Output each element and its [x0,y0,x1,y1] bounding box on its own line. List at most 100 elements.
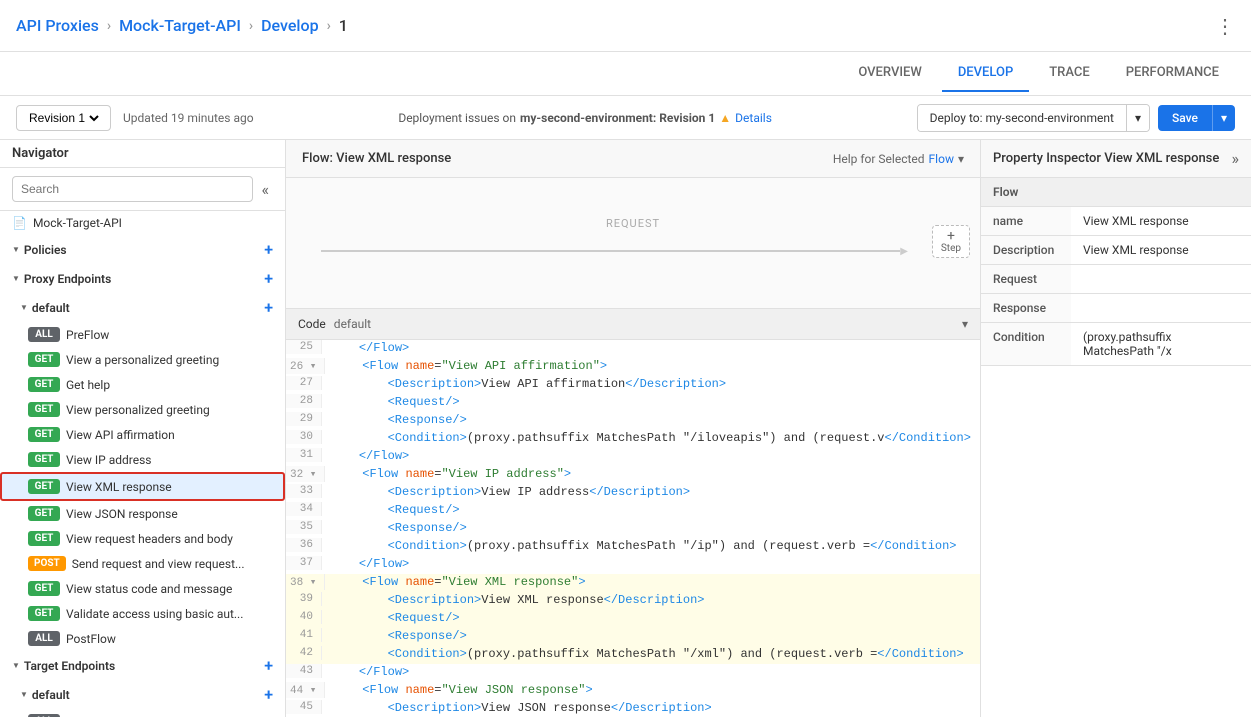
code-line-44: 44 ▾ <Flow name="View JSON response"> [286,682,980,700]
sidebar-item-mock-target-api[interactable]: 📄 Mock-Target-API [0,211,285,235]
target-endpoints-label: Target Endpoints [24,659,115,673]
sidebar-subsection-target-default[interactable]: ▼ default + [0,680,285,709]
view-ip-address-label: View IP address [66,453,152,467]
deploy-arrow-icon[interactable]: ▾ [1126,105,1149,131]
sidebar-item-view-request-headers[interactable]: GET View request headers and body [0,526,285,551]
code-line-39: 39 <Description>View XML response</Descr… [286,592,980,610]
deploy-main-label[interactable]: Deploy to: my-second-environment [918,105,1126,131]
sidebar-collapse-button[interactable]: « [257,180,273,199]
breadcrumb-develop[interactable]: Develop [261,16,318,35]
default-add-button[interactable]: + [264,298,273,317]
line-content-36: <Condition>(proxy.pathsuffix MatchesPath… [322,538,980,554]
line-content-40: <Request/> [322,610,980,626]
doc-icon: 📄 [12,216,27,230]
sidebar-item-view-status-code[interactable]: GET View status code and message [0,576,285,601]
target-default-triangle: ▼ [20,690,28,699]
flow-title: Flow: View XML response [302,151,451,166]
sidebar-item-target-preflow[interactable]: ALL PreFlow [0,709,285,717]
details-link[interactable]: Details [735,111,772,125]
sidebar-item-validate-access[interactable]: GET Validate access using basic aut... [0,601,285,626]
name-value[interactable]: View XML response [1071,207,1251,236]
breadcrumb-api-proxies[interactable]: API Proxies [16,16,99,35]
policies-add-button[interactable]: + [264,240,273,259]
revision-select[interactable]: Revision 1 Revision 2 [16,105,111,131]
search-input[interactable] [12,176,253,202]
sidebar-item-view-personalized-greeting[interactable]: GET View personalized greeting [0,397,285,422]
sidebar-item-preflow[interactable]: ALL PreFlow [0,322,285,347]
revision-dropdown[interactable]: Revision 1 Revision 2 [25,110,102,126]
property-inspector-title: Property Inspector View XML response [993,151,1219,166]
sidebar-search-area: « [0,168,285,211]
flow-link[interactable]: Flow [929,152,954,166]
sidebar-section-target-endpoints[interactable]: ▼ Target Endpoints + [0,651,285,680]
target-endpoints-add-button[interactable]: + [264,656,273,675]
get-badge: GET [28,531,60,546]
get-badge: GET [28,506,60,521]
request-label: REQUEST [606,217,660,230]
tab-trace[interactable]: TRACE [1033,55,1105,92]
more-options-icon[interactable]: ⋮ [1215,14,1235,38]
condition-value[interactable]: (proxy.pathsuffix MatchesPath "/x [1071,323,1251,366]
help-expand-icon[interactable]: ▾ [958,152,964,166]
tab-develop[interactable]: DEVELOP [942,55,1029,92]
sidebar-subsection-default[interactable]: ▼ default + [0,293,285,322]
code-line-25: 25 </Flow> [286,340,980,358]
save-arrow-icon[interactable]: ▾ [1212,105,1235,131]
deploy-button[interactable]: Deploy to: my-second-environment ▾ [917,104,1150,132]
add-step-button[interactable]: + Step [932,225,970,258]
policies-triangle: ▼ [12,245,20,254]
sidebar-item-get-help[interactable]: GET Get help [0,372,285,397]
tab-performance[interactable]: PERFORMANCE [1110,55,1235,92]
description-key: Description [981,236,1071,265]
sidebar-content: 📄 Mock-Target-API ▼ Policies + ▼ Proxy E… [0,211,285,717]
code-default-label: default [334,317,371,331]
flow-canvas: REQUEST ▶ + Step [286,178,980,308]
sidebar-item-postflow[interactable]: ALL PostFlow [0,626,285,651]
add-step-plus: + [947,229,955,243]
code-header: Code default ▾ [286,308,980,340]
sidebar-section-policies[interactable]: ▼ Policies + [0,235,285,264]
deployment-warning: Deployment issues on my-second-environme… [398,111,772,125]
line-num-44[interactable]: 44 ▾ [286,682,325,698]
request-value[interactable] [1071,265,1251,294]
line-num-38[interactable]: 38 ▾ [286,574,325,590]
line-num-32[interactable]: 32 ▾ [286,466,325,482]
sidebar-item-view-api-affirmation[interactable]: GET View API affirmation [0,422,285,447]
code-editor[interactable]: 25 </Flow> 26 ▾ <Flow name="View API aff… [286,340,980,717]
all-badge: ALL [28,631,60,646]
property-description-row: Description View XML response [981,236,1251,265]
name-key: name [981,207,1071,236]
description-value[interactable]: View XML response [1071,236,1251,265]
sidebar-item-view-json-response[interactable]: GET View JSON response [0,501,285,526]
sidebar-item-view-personalized-greeting-a[interactable]: GET View a personalized greeting [0,347,285,372]
sidebar-item-view-ip-address[interactable]: GET View IP address [0,447,285,472]
view-api-affirmation-label: View API affirmation [66,428,175,442]
property-request-row: Request [981,265,1251,294]
line-num-26[interactable]: 26 ▾ [286,358,325,374]
save-label[interactable]: Save [1158,105,1212,131]
target-default-add-button[interactable]: + [264,685,273,704]
code-expand-icon[interactable]: ▾ [962,317,968,331]
code-line-38: 38 ▾ <Flow name="View XML response"> [286,574,980,592]
breadcrumb-mock-target[interactable]: Mock-Target-API [119,16,241,35]
save-button[interactable]: Save ▾ [1158,105,1235,131]
property-inspector-expand[interactable]: » [1232,149,1240,168]
property-name-row: name View XML response [981,207,1251,236]
line-num-31: 31 [286,448,322,462]
main-layout: Navigator « 📄 Mock-Target-API ▼ Policies… [0,140,1251,717]
response-value[interactable] [1071,294,1251,323]
sidebar-section-proxy-endpoints[interactable]: ▼ Proxy Endpoints + [0,264,285,293]
proxy-endpoints-add-button[interactable]: + [264,269,273,288]
add-step-label: Step [941,243,961,254]
sidebar-item-view-xml-response[interactable]: GET View XML response [0,472,285,501]
line-num-33: 33 [286,484,322,498]
line-num-36: 36 [286,538,322,552]
sidebar-item-send-request[interactable]: POST Send request and view request... [0,551,285,576]
help-section: Help for Selected Flow ▾ [833,152,964,166]
get-badge: GET [28,479,60,494]
line-num-29: 29 [286,412,322,426]
line-content-27: <Description>View API affirmation</Descr… [322,376,980,392]
tab-overview[interactable]: OVERVIEW [842,55,937,92]
line-content-45: <Description>View JSON response</Descrip… [322,700,980,716]
view-xml-response-label: View XML response [66,480,172,494]
